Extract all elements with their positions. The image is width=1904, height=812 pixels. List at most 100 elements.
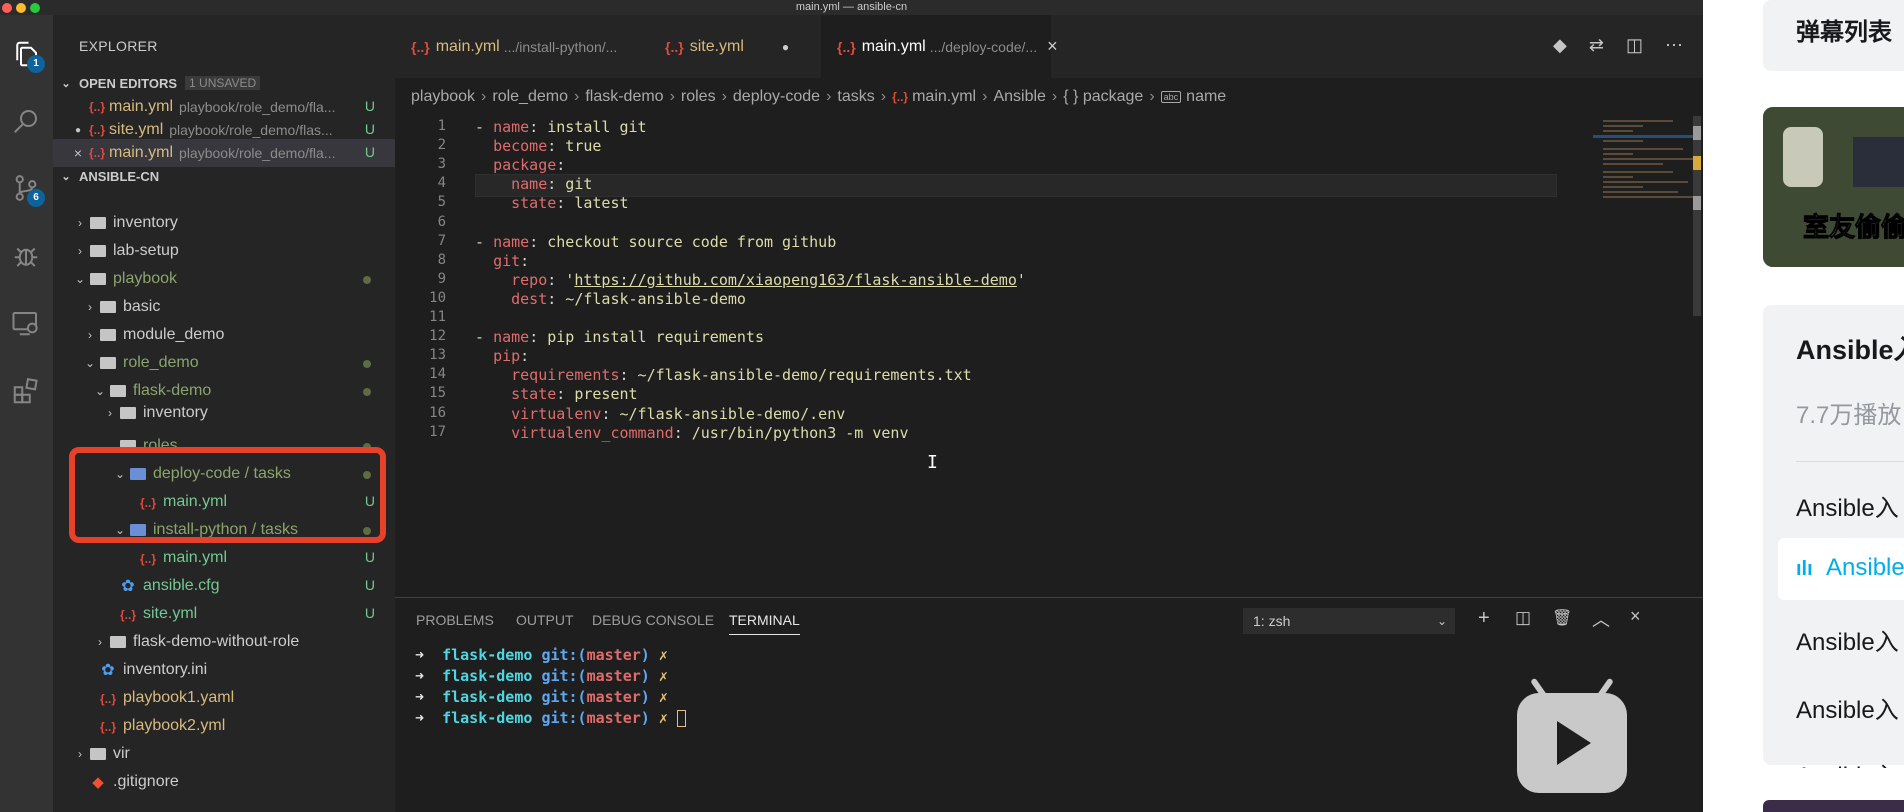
git-status-untracked: U (364, 605, 375, 621)
git-diff-icon[interactable]: ◆ (1553, 35, 1567, 56)
tab-deploy-code-main[interactable]: {..} main.yml .../deploy-code/... × (821, 15, 1058, 78)
code-line[interactable]: virtualenv_command: /usr/bin/python3 -m … (475, 424, 908, 442)
code-line[interactable]: package: (475, 156, 565, 174)
scrollbar[interactable] (1693, 116, 1701, 316)
tree-item-label: inventory.ini (123, 661, 208, 678)
explorer-icon[interactable]: 1 (5, 33, 47, 75)
extensions-icon[interactable] (5, 370, 47, 412)
tree-item[interactable]: ⌄ flask-demo (53, 377, 395, 405)
close-icon[interactable]: × (67, 145, 89, 161)
tree-item[interactable]: {..} main.yml U (53, 544, 395, 572)
tab-path: .../deploy-code/... (929, 38, 1038, 55)
code-line[interactable]: virtualenv: ~/flask-ansible-demo/.env (475, 405, 845, 423)
breadcrumb-item[interactable]: role_demo (492, 88, 568, 106)
video-thumbnail[interactable]: 室友偷偷 (1763, 107, 1904, 267)
breadcrumb-item[interactable]: { } package (1063, 88, 1143, 106)
code-line[interactable]: git: (475, 252, 529, 270)
panel-tab-output[interactable]: OUTPUT (516, 612, 574, 628)
tree-item[interactable]: › flask-demo-without-role (53, 628, 395, 656)
playlist-item[interactable]: Ansible入 (1796, 622, 1899, 657)
code-line[interactable]: dest: ~/flask-ansible-demo (475, 290, 746, 308)
folder-icon (117, 406, 139, 421)
breadcrumb-separator: › (826, 88, 832, 105)
playlist-item[interactable]: Ansible入 (1796, 756, 1899, 768)
folder-open-icon (107, 384, 129, 399)
tree-item[interactable]: › basic (53, 293, 395, 321)
tab-site-yml[interactable]: {..} site.yml ● (645, 15, 820, 78)
tree-item[interactable]: › module_demo (53, 321, 395, 349)
source-control-icon[interactable]: 6 (5, 167, 47, 209)
search-icon[interactable] (5, 100, 47, 142)
panel-tab-problems[interactable]: PROBLEMS (416, 612, 494, 628)
folder-icon (107, 635, 129, 650)
source-control-badge: 6 (27, 189, 45, 207)
new-terminal-icon[interactable]: + (1478, 607, 1490, 630)
close-icon[interactable]: × (1047, 36, 1058, 57)
kill-terminal-icon[interactable]: 🗑 (1552, 608, 1572, 628)
playlist-item[interactable]: Ansible入 (1796, 488, 1899, 523)
code-line[interactable]: - name: checkout source code from github (475, 233, 836, 251)
code-line[interactable]: requirements: ~/flask-ansible-demo/requi… (475, 366, 972, 384)
breadcrumb-item[interactable]: tasks (837, 88, 874, 106)
debug-icon[interactable] (5, 235, 47, 277)
terminal-select[interactable]: 1: zsh ⌄ (1243, 608, 1455, 634)
code-line[interactable]: - name: install git (475, 118, 647, 136)
zoom-window-button[interactable] (30, 3, 40, 13)
breadcrumb-item[interactable]: name (1186, 88, 1226, 106)
panel-tab-debug-console[interactable]: DEBUG CONSOLE (592, 612, 714, 628)
breadcrumb-item[interactable]: main.yml (912, 88, 976, 106)
split-terminal-icon[interactable]: ◫ (1515, 608, 1531, 628)
tree-item[interactable]: › inventory (53, 209, 395, 237)
code-line[interactable]: pip: (475, 347, 529, 365)
tree-item-label: inventory (113, 214, 178, 231)
playlist-item[interactable]: Ansible入 (1796, 690, 1899, 725)
playlist-item-playing[interactable]: Ansible (1826, 554, 1904, 582)
tree-item[interactable]: ⌄ role_demo (53, 349, 395, 377)
git-status-untracked: U (364, 549, 375, 565)
tree-item[interactable]: › inventory (53, 404, 395, 422)
code-line[interactable]: name: git (475, 175, 592, 193)
compare-changes-icon[interactable]: ⇄ (1589, 35, 1604, 56)
split-editor-icon[interactable]: ◫ (1626, 35, 1643, 56)
text-cursor-icon: I (927, 452, 938, 473)
tab-install-python-main[interactable]: {..} main.yml .../install-python/... (395, 15, 645, 78)
code-editor[interactable]: 1 - name: install git 2 become: true 3 pack… (395, 116, 1703, 596)
tree-item[interactable]: ✿ ansible.cfg U (53, 572, 395, 600)
tree-item[interactable]: ⌄ playbook (53, 265, 395, 293)
breadcrumb-item[interactable]: deploy-code (733, 88, 820, 106)
tree-item[interactable]: {..} playbook1.yaml (53, 684, 395, 712)
line-number: 1 (437, 118, 446, 134)
next-card[interactable] (1763, 800, 1904, 812)
tree-item[interactable]: {..} site.yml U (53, 600, 395, 628)
tree-item[interactable]: › vir (53, 740, 395, 768)
breadcrumb-item[interactable]: flask-demo (585, 88, 663, 106)
open-editor-path: playbook/role_demo/flas... (169, 122, 333, 138)
more-actions-icon[interactable]: ⋯ (1665, 35, 1683, 56)
unsaved-dot-icon[interactable]: ● (67, 125, 89, 136)
tree-item[interactable]: › lab-setup (53, 237, 395, 265)
tree-item[interactable]: ◆ .gitignore (53, 768, 395, 796)
close-window-button[interactable] (2, 3, 12, 13)
breadcrumb-item[interactable]: roles (681, 88, 716, 106)
code-line[interactable]: repo: 'https://github.com/xiaopeng163/fl… (475, 271, 1026, 289)
tree-item-label: .gitignore (113, 773, 179, 790)
tree-item[interactable]: {..} playbook2.yml (53, 712, 395, 740)
code-line[interactable]: state: present (475, 385, 637, 403)
chevron-down-icon: ⌄ (84, 356, 96, 370)
code-line[interactable]: - name: pip install requirements (475, 328, 764, 346)
unsaved-dot-icon[interactable]: ● (782, 40, 789, 54)
code-line[interactable]: state: latest (475, 194, 628, 212)
breadcrumb-item[interactable]: Ansible (993, 88, 1045, 106)
maximize-panel-icon[interactable]: ︿ (1592, 606, 1610, 632)
tab-label: main.yml (861, 37, 926, 55)
breadcrumb-separator: › (1051, 88, 1058, 105)
close-panel-icon[interactable]: × (1630, 606, 1641, 627)
breadcrumb-item[interactable]: playbook (411, 88, 475, 106)
tree-item[interactable]: ✿ inventory.ini (53, 656, 395, 684)
remote-explorer-icon[interactable] (5, 302, 47, 344)
project-section[interactable]: ⌄ ANSIBLE-CN (53, 163, 395, 189)
code-line[interactable]: become: true (475, 137, 601, 155)
minimap[interactable] (1593, 116, 1703, 316)
panel-tab-terminal[interactable]: TERMINAL (729, 612, 800, 635)
minimize-window-button[interactable] (16, 3, 26, 13)
